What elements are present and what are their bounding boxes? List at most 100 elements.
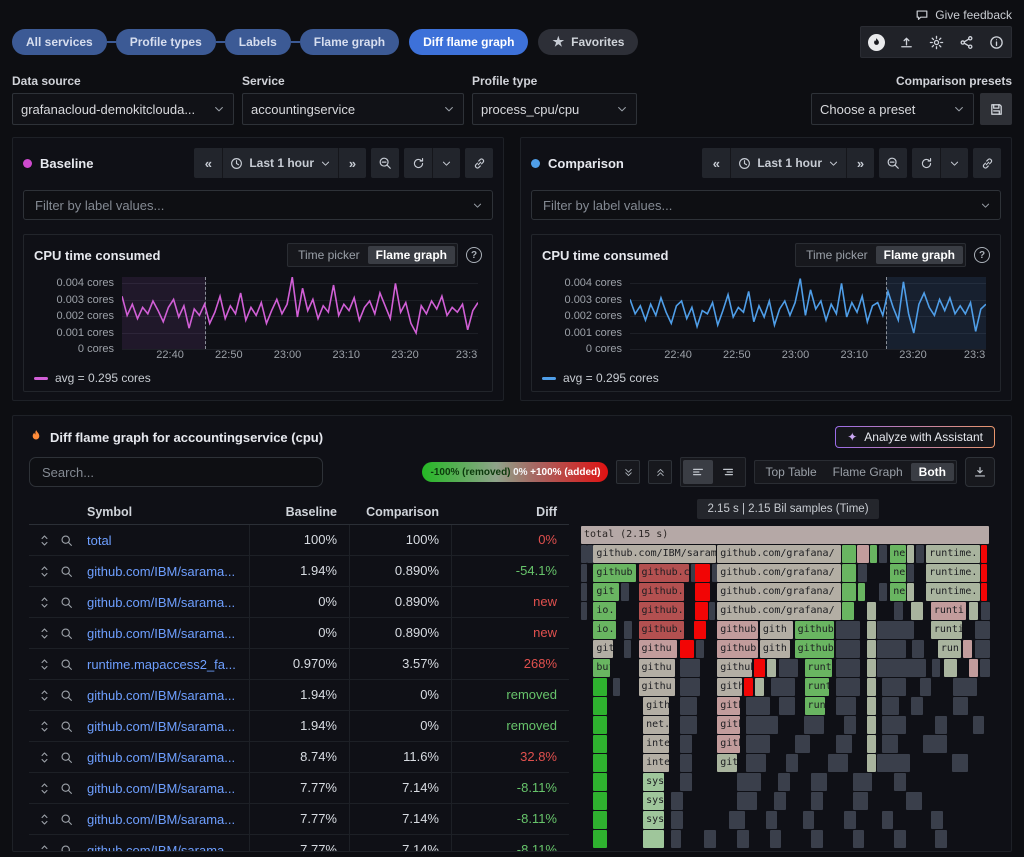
table-row[interactable]: total100%100%0% [29,525,569,556]
flame-frame-unlabeled[interactable] [952,754,968,772]
profiles-logo-button[interactable] [861,27,891,57]
flame-frame[interactable]: runtime. [926,564,980,582]
flame-frame-unlabeled[interactable] [882,678,906,696]
save-preset-button[interactable] [980,93,1012,125]
flame-frame-unlabeled[interactable] [593,754,607,772]
symbol-link[interactable]: github.com/IBM/sarama... [87,626,249,641]
flame-frame[interactable]: run [805,697,826,715]
baseline-label-filter-input[interactable] [33,197,472,214]
table-row[interactable]: runtime.mapaccess2_fa...0.970%3.57%268% [29,649,569,680]
refresh-interval-button[interactable] [432,148,460,178]
flame-frame-unlabeled[interactable] [779,697,796,715]
flame-frame-unlabeled[interactable] [746,697,770,715]
flame-frame-unlabeled[interactable] [729,811,745,829]
info-button[interactable] [981,27,1011,57]
flame-frame[interactable]: githu [639,678,675,696]
comparison-chart[interactable]: 0.004 cores0.003 cores0.002 cores0.001 c… [542,275,990,349]
flame-frame-unlabeled[interactable] [882,697,899,715]
flame-frame-unlabeled[interactable] [882,716,906,734]
flame-frame-unlabeled[interactable] [778,773,790,791]
flame-frame-unlabeled[interactable] [858,583,865,601]
flame-frame-unlabeled[interactable] [621,583,629,601]
flame-frame[interactable]: net [890,545,905,563]
symbol-link[interactable]: github.com/IBM/sarama... [87,719,249,734]
flame-frame-unlabeled[interactable] [981,602,991,620]
time-shift-back-button[interactable]: « [194,148,222,178]
flame-frame-unlabeled[interactable] [680,716,697,734]
header-diff[interactable]: Diff [451,505,569,519]
flame-frame[interactable]: github.c [717,621,758,639]
flame-frame-unlabeled[interactable] [877,659,926,677]
flame-frame-unlabeled[interactable] [894,602,903,620]
flame-frame-unlabeled[interactable] [973,716,985,734]
flame-frame-unlabeled[interactable] [766,811,778,829]
flame-frame-unlabeled[interactable] [803,811,815,829]
flame-frame-unlabeled[interactable] [795,735,811,753]
flame-frame-unlabeled[interactable] [911,602,923,620]
flame-frame-unlabeled[interactable] [867,659,875,677]
zoom-out-button[interactable] [371,148,399,178]
flame-frame-unlabeled[interactable] [680,697,697,715]
comparison-label-filter-input[interactable] [541,197,980,214]
flame-frame-unlabeled[interactable] [695,564,710,582]
flame-frame[interactable]: github [593,564,636,582]
share-link-button[interactable] [973,148,1001,178]
search-symbol-icon[interactable] [60,844,73,853]
refresh-button[interactable] [404,148,432,178]
flame-frame[interactable]: inte [643,735,669,753]
flame-frame-unlabeled[interactable] [912,640,924,658]
flame-frame-unlabeled[interactable] [774,792,786,810]
flame-frame-unlabeled[interactable] [828,754,848,772]
symbol-link[interactable]: github.com/IBM/sarama... [87,564,249,579]
flame-frame-unlabeled[interactable] [981,545,987,563]
data-source-select[interactable]: grafanacloud-demokitclouda... [12,93,234,125]
search-symbol-icon[interactable] [60,534,73,547]
flame-frame-unlabeled[interactable] [613,678,620,696]
expand-collapse-icon[interactable] [38,782,51,795]
flame-frame-unlabeled[interactable] [836,659,860,677]
flame-frame-unlabeled[interactable] [671,792,683,810]
time-picker-toggle[interactable]: Time picker [290,246,368,264]
header-symbol[interactable]: Symbol [87,505,249,519]
expand-collapse-icon[interactable] [38,565,51,578]
symbol-link[interactable]: runtime.mapaccess2_fa... [87,657,249,672]
flame-frame-unlabeled[interactable] [593,792,607,810]
flame-frame-unlabeled[interactable] [593,773,607,791]
flame-frame-unlabeled[interactable] [842,583,856,601]
header-baseline[interactable]: Baseline [249,505,349,519]
flame-frame-unlabeled[interactable] [907,545,914,563]
flame-frame-unlabeled[interactable] [836,640,860,658]
flame-frame[interactable]: gith [717,716,739,734]
flame-frame-unlabeled[interactable] [704,830,716,848]
flame-frame-unlabeled[interactable] [882,811,894,829]
flame-frame-unlabeled[interactable] [680,735,692,753]
flame-frame[interactable]: runt [805,659,832,677]
flame-frame-unlabeled[interactable] [593,830,607,848]
flame-frame-unlabeled[interactable] [581,564,587,582]
flame-frame-unlabeled[interactable] [671,811,683,829]
symbol-link[interactable]: github.com/IBM/sarama... [87,595,249,610]
service-select[interactable]: accountingservice [242,93,464,125]
time-range-picker[interactable]: Last 1 hour [730,148,846,178]
flame-frame-unlabeled[interactable] [581,602,587,620]
share-link-button[interactable] [465,148,493,178]
flame-frame-unlabeled[interactable] [709,602,715,620]
flame-frame-unlabeled[interactable] [767,659,776,677]
search-symbol-icon[interactable] [60,782,73,795]
flame-frame[interactable]: sys [643,792,664,810]
table-row[interactable]: github.com/IBM/sarama...1.94%0%removed [29,711,569,742]
flame-frame[interactable]: github.co [639,564,690,582]
flame-frame-unlabeled[interactable] [844,716,856,734]
flame-frame-unlabeled[interactable] [593,697,607,715]
flame-frame-unlabeled[interactable] [779,659,798,677]
flame-frame-unlabeled[interactable] [877,621,913,639]
export-button[interactable] [965,457,995,487]
search-symbol-icon[interactable] [60,751,73,764]
flame-frame-unlabeled[interactable] [853,792,869,810]
flame-frame-unlabeled[interactable] [932,659,940,677]
view-top-table-button[interactable]: Top Table [757,463,824,481]
search-symbol-icon[interactable] [60,596,73,609]
flame-frame-unlabeled[interactable] [696,640,704,658]
table-row[interactable]: github.com/IBM/sarama...7.77%7.14%-8.11% [29,835,569,852]
flame-frame-unlabeled[interactable] [680,754,692,772]
